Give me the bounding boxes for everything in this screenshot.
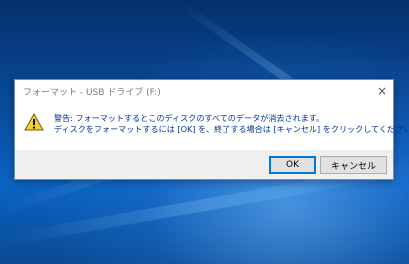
cancel-button[interactable]: キャンセル [320, 156, 387, 174]
message-line-2: ディスクをフォーマットするには [OK] を、終了する場合は [キャンセル] を… [54, 124, 409, 134]
close-icon: × [376, 84, 388, 98]
message-line-1: 警告: フォーマットするとこのディスクのすべてのデータが消去されます。 [54, 113, 325, 123]
dialog-title: フォーマット - USB ドライブ (F:) [23, 88, 161, 98]
dialog-titlebar: フォーマット - USB ドライブ (F:) × [15, 80, 393, 102]
warning-icon [24, 113, 44, 131]
dialog-button-bar: OK キャンセル [15, 150, 393, 179]
format-warning-dialog: フォーマット - USB ドライブ (F:) × 警告: フォーマットするとこの… [14, 79, 409, 180]
close-button[interactable]: × [371, 80, 393, 102]
dialog-message: 警告: フォーマットするとこのディスクのすべてのデータが消去されます。 ディスク… [54, 113, 409, 135]
ok-button[interactable]: OK [269, 156, 316, 174]
